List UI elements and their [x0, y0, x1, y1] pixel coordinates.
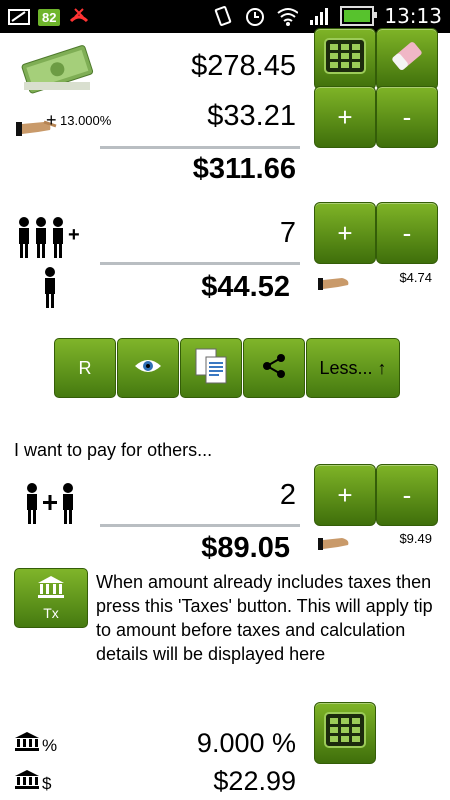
copy-button[interactable]: [180, 338, 242, 398]
alarm-icon: [244, 5, 266, 27]
people-plus-button[interactable]: +: [314, 202, 376, 264]
calculator-button[interactable]: [314, 28, 376, 90]
copy-icon: [194, 347, 228, 390]
share-icon: [261, 353, 287, 384]
battery-level-badge: 82: [38, 8, 61, 26]
view-button[interactable]: [117, 338, 179, 398]
missed-call-icon: [68, 6, 90, 28]
calculator-icon: [324, 711, 366, 755]
taxes-button-label: Tx: [43, 605, 59, 621]
tax-calculator-button[interactable]: [314, 702, 376, 764]
bill-total: $311.66: [192, 153, 296, 185]
less-button[interactable]: Less... ↑: [306, 338, 400, 398]
people-count[interactable]: 7: [110, 217, 296, 250]
taxes-button[interactable]: Tx: [14, 568, 88, 628]
divider: [100, 146, 300, 149]
tip-plus-sign: +: [46, 110, 57, 130]
divider: [100, 524, 300, 527]
person-icon: [40, 266, 60, 315]
tax-dollar-symbol: $: [42, 774, 52, 793]
wifi-icon: [276, 5, 299, 27]
people-plus-sign: +: [68, 224, 80, 246]
taxes-info: When amount already includes taxes then …: [96, 572, 433, 664]
per-person-tip: $4.74: [399, 270, 432, 285]
bank-icon: [14, 732, 40, 757]
others-count[interactable]: 2: [110, 479, 296, 512]
bank-icon: [36, 575, 66, 604]
vibrate-icon: [212, 5, 234, 27]
bank-icon: [14, 770, 40, 795]
signal-icon: [308, 5, 330, 27]
tip-hand-icon: [318, 532, 358, 559]
money-stack-icon: [18, 40, 98, 101]
per-person-amount: $44.52: [201, 271, 290, 303]
tip-plus-button[interactable]: +: [314, 86, 376, 148]
others-minus-button[interactable]: -: [376, 464, 438, 526]
calculator-icon: [324, 37, 366, 81]
people-minus-button[interactable]: -: [376, 202, 438, 264]
others-tip: $9.49: [399, 531, 432, 546]
divider: [100, 262, 300, 265]
tax-dollar-value: $22.99: [213, 766, 296, 796]
tip-hand-icon: [318, 272, 358, 299]
mail-icon: [8, 6, 30, 28]
bill-amount[interactable]: $278.45: [110, 50, 296, 83]
tip-amount: $33.21: [207, 100, 296, 132]
person-plus-person-icon: [24, 482, 80, 531]
tip-percent[interactable]: 13.000%: [60, 113, 111, 128]
others-amount: $89.05: [201, 532, 290, 564]
share-button[interactable]: [243, 338, 305, 398]
clock: 13:13: [384, 4, 442, 28]
tax-percent-symbol: %: [42, 736, 58, 755]
clear-button[interactable]: [376, 28, 438, 90]
tip-minus-button[interactable]: -: [376, 86, 438, 148]
eraser-icon: [387, 38, 427, 81]
pay-for-others-heading: I want to pay for others...: [14, 440, 213, 460]
eye-icon: [133, 356, 163, 381]
tax-percent-value[interactable]: 9.000 %: [110, 728, 296, 759]
others-plus-button[interactable]: +: [314, 464, 376, 526]
battery-icon: [340, 6, 378, 26]
reset-button[interactable]: R: [54, 338, 116, 398]
